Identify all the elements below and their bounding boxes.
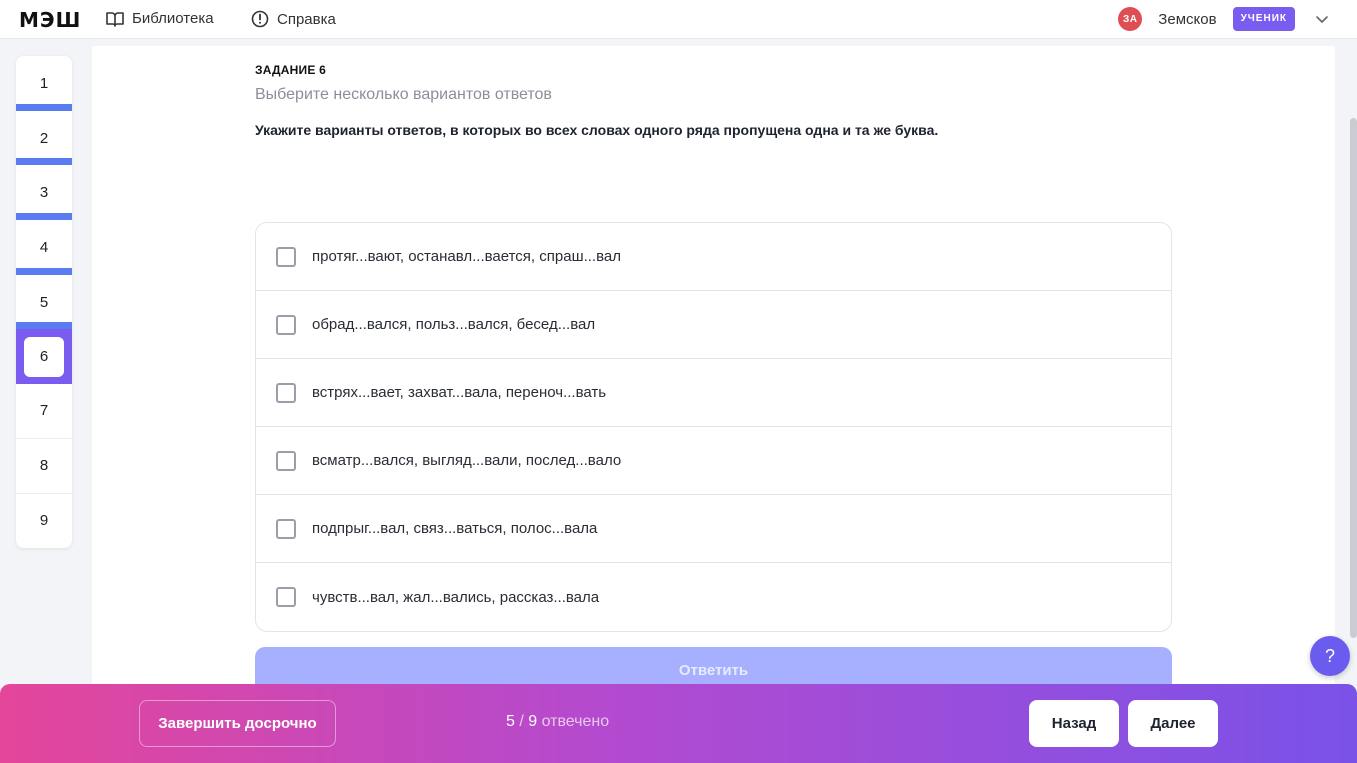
help-circle-icon [251, 10, 269, 28]
user-name[interactable]: Земсков [1158, 11, 1216, 28]
help-link[interactable]: Справка [251, 10, 336, 28]
task-question: Укажите варианты ответов, в которых во в… [255, 122, 939, 138]
logo[interactable]: МЭШ [19, 10, 81, 30]
book-icon [106, 11, 124, 27]
scrollbar[interactable] [1350, 118, 1357, 638]
answer-option-text: обрад...вался, польз...вался, бесед...ва… [312, 316, 596, 333]
question-nav-item-1[interactable]: 1 [16, 56, 72, 111]
answer-checkbox[interactable] [276, 382, 296, 403]
answer-option-text: всматр...вался, выгляд...вали, послед...… [312, 452, 622, 469]
answer-checkbox[interactable] [276, 246, 296, 267]
task-card: ЗАДАНИЕ 6 Выберите несколько вариантов о… [92, 46, 1335, 763]
answer-checkbox[interactable] [276, 314, 296, 335]
help-fab-button[interactable]: ? [1310, 636, 1350, 676]
bottom-bar: Завершить досрочно 5 / 9 отвечено Назад … [0, 684, 1357, 763]
next-button[interactable]: Далее [1128, 700, 1218, 747]
answer-option-text: подпрыг...вал, связ...ваться, полос...ва… [312, 520, 598, 537]
finish-early-button[interactable]: Завершить досрочно [139, 700, 336, 747]
answer-option-text: протяг...вают, останавл...вается, спраш.… [312, 248, 621, 265]
question-number: 9 [39, 512, 49, 530]
top-bar: МЭШ Библиотека Справка ЗА Земсков УЧЕНИК [0, 0, 1357, 39]
task-label: ЗАДАНИЕ 6 [255, 63, 326, 77]
question-nav-item-9[interactable]: 9 [16, 494, 72, 549]
answer-option-3[interactable]: встрях...вает, захват...вала, переноч...… [256, 359, 1171, 427]
answer-option-1[interactable]: протяг...вают, останавл...вается, спраш.… [256, 223, 1171, 291]
user-menu[interactable]: ЗА Земсков УЧЕНИК [1118, 7, 1329, 31]
chevron-down-icon[interactable] [1315, 14, 1329, 24]
question-number: 2 [39, 129, 49, 147]
question-nav-item-4[interactable]: 4 [16, 220, 72, 275]
answered-suffix: отвечено [541, 713, 610, 730]
role-badge: УЧЕНИК [1232, 7, 1295, 31]
question-navigator: 1 2 3 4 5 6 7 8 9 [16, 56, 72, 549]
task-hint: Выберите несколько вариантов ответов [255, 86, 552, 103]
answer-checkbox[interactable] [276, 518, 296, 539]
library-link[interactable]: Библиотека [106, 10, 214, 27]
question-nav-item-3[interactable]: 3 [16, 165, 72, 220]
question-nav-item-5[interactable]: 5 [16, 275, 72, 330]
question-nav-item-7[interactable]: 7 [16, 384, 72, 439]
answer-options: протяг...вают, останавл...вается, спраш.… [255, 222, 1172, 632]
question-number: 1 [39, 74, 49, 92]
help-label: Справка [277, 10, 336, 28]
back-button[interactable]: Назад [1029, 700, 1119, 747]
question-number: 3 [39, 184, 49, 202]
question-number: 7 [39, 402, 49, 420]
answered-progress: 5 / 9 отвечено [506, 713, 610, 730]
answer-option-text: встрях...вает, захват...вала, переноч...… [312, 384, 607, 401]
answer-option-2[interactable]: обрад...вался, польз...вался, бесед...ва… [256, 291, 1171, 359]
question-nav-item-2[interactable]: 2 [16, 111, 72, 166]
avatar[interactable]: ЗА [1118, 7, 1143, 31]
answer-option-4[interactable]: всматр...вался, выгляд...вали, послед...… [256, 427, 1171, 495]
answer-checkbox[interactable] [276, 587, 296, 607]
answer-option-6[interactable]: чувств...вал, жал...вались, рассказ...ва… [256, 563, 1171, 631]
question-nav-item-6[interactable]: 6 [16, 329, 72, 385]
answer-option-text: чувств...вал, жал...вались, рассказ...ва… [312, 588, 600, 606]
answered-count: 5 [506, 713, 515, 730]
answer-checkbox[interactable] [276, 450, 296, 471]
question-number: 5 [39, 293, 49, 311]
answer-option-5[interactable]: подпрыг...вал, связ...ваться, полос...ва… [256, 495, 1171, 563]
total-count: 9 [528, 713, 538, 730]
question-number: 6 [24, 336, 64, 377]
library-label: Библиотека [132, 10, 214, 27]
question-number: 4 [39, 238, 49, 256]
question-nav-item-8[interactable]: 8 [16, 439, 72, 494]
question-number: 8 [39, 457, 49, 475]
